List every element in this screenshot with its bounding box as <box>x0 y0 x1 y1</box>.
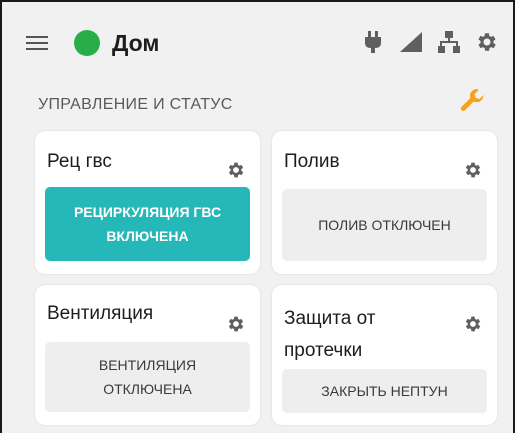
recirculation-toggle-button[interactable]: РЕЦИРКУЛЯЦИЯ ГВС ВКЛЮЧЕНА <box>45 187 250 261</box>
settings-gear-icon[interactable] <box>475 30 499 54</box>
signal-icon <box>399 30 423 54</box>
top-bar: Дом <box>2 2 513 84</box>
card-watering: Полив ПОЛИВ ОТКЛЮЧЕН <box>272 131 497 274</box>
card-title: Рец гвс <box>47 151 112 172</box>
menu-icon[interactable] <box>26 35 48 51</box>
card-settings-gear-icon[interactable] <box>226 160 246 180</box>
card-settings-gear-icon[interactable] <box>463 160 483 180</box>
card-leak-protection: Защита от протечки ЗАКРЫТЬ НЕПТУН <box>272 285 497 425</box>
app-frame: Дом УПРАВЛЕНИЕ И СТАТУС Рец гвс РЕЦИРКУЛ… <box>0 0 515 433</box>
wrench-icon[interactable] <box>458 86 488 116</box>
card-recirculation: Рец гвс РЕЦИРКУЛЯЦИЯ ГВС ВКЛЮЧЕНА <box>35 131 260 274</box>
card-ventilation: Вентиляция ВЕНТИЛЯЦИЯ ОТКЛЮЧЕНА <box>35 285 260 425</box>
ventilation-toggle-button[interactable]: ВЕНТИЛЯЦИЯ ОТКЛЮЧЕНА <box>45 342 250 412</box>
card-title: Защита от протечки <box>284 308 376 361</box>
card-settings-gear-icon[interactable] <box>226 314 246 334</box>
watering-toggle-button[interactable]: ПОЛИВ ОТКЛЮЧЕН <box>282 189 487 261</box>
online-status-dot <box>74 30 100 56</box>
card-settings-gear-icon[interactable] <box>463 314 483 334</box>
close-neptun-button[interactable]: ЗАКРЫТЬ НЕПТУН <box>282 369 487 413</box>
card-title: Вентиляция <box>47 303 154 324</box>
section-title: УПРАВЛЕНИЕ И СТАТУС <box>38 96 233 113</box>
header-icons <box>361 30 499 54</box>
power-plug-icon <box>361 30 385 54</box>
page-title: Дом <box>112 29 160 56</box>
network-icon <box>437 30 461 54</box>
card-title: Полив <box>284 151 340 172</box>
